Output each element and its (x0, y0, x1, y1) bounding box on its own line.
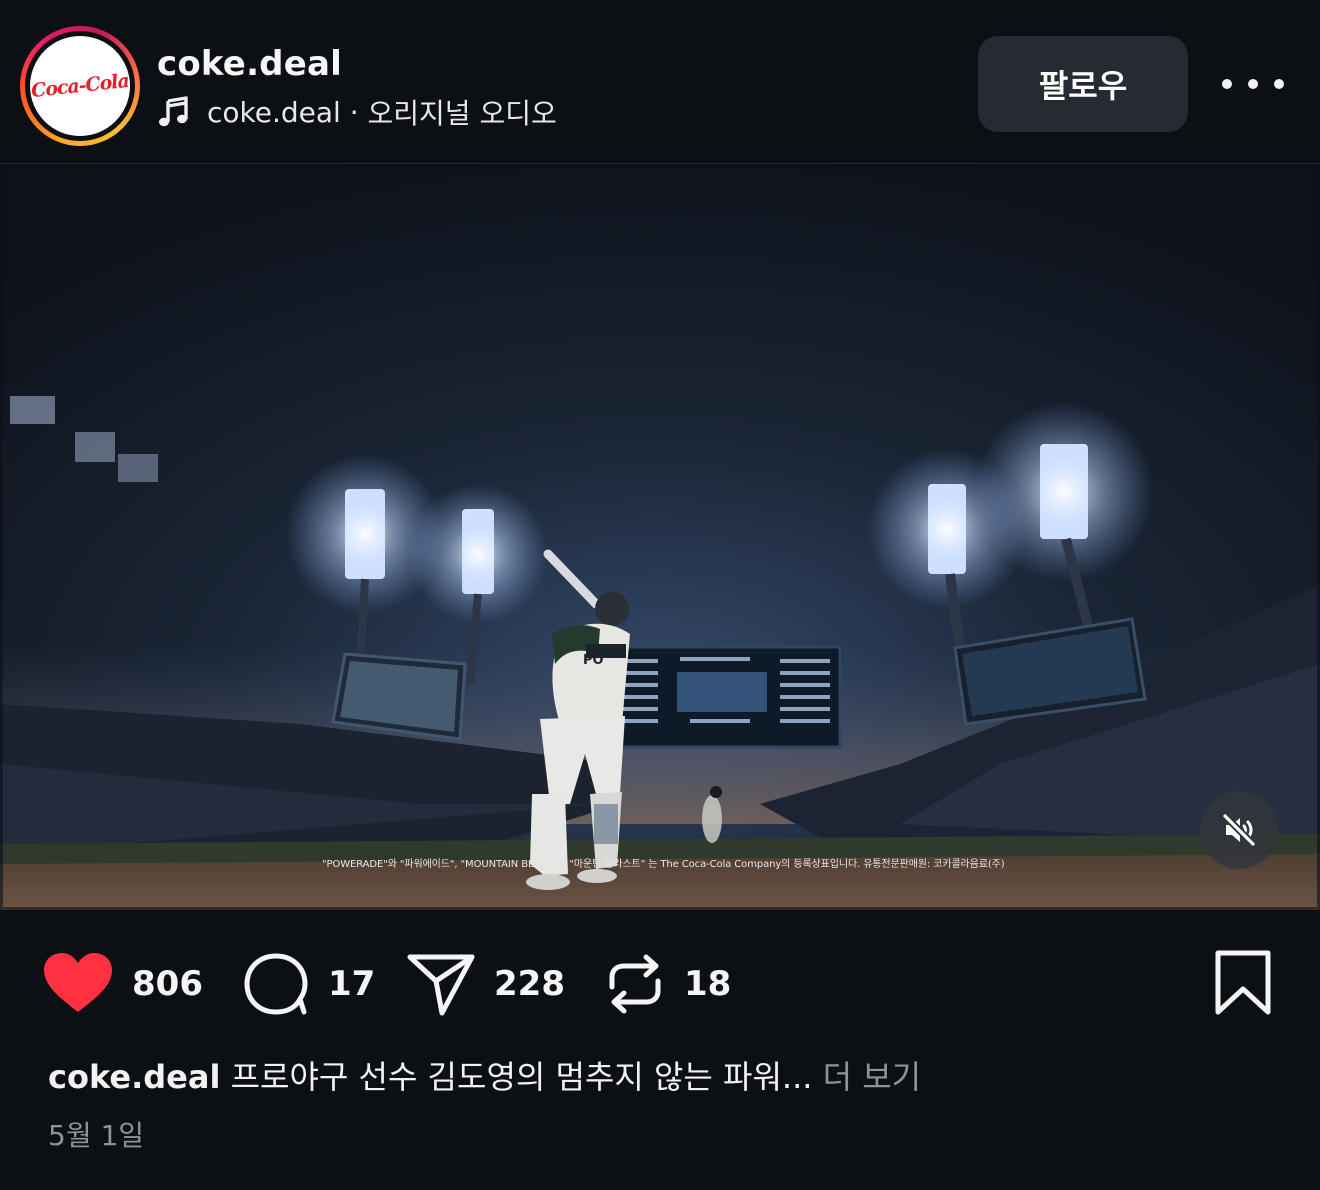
svg-text:PO: PO (583, 653, 604, 668)
audio-label: 오리지널 오디오 (367, 97, 557, 130)
comment-icon (244, 953, 308, 1015)
mute-icon (1222, 813, 1256, 847)
bookmark-icon[interactable] (1210, 948, 1276, 1018)
video-frame: PO (0, 164, 1320, 910)
video-player[interactable]: PO "POWERADE"와 "파워에이드", "MOUNTAIN BLAST"… (0, 164, 1320, 910)
audio-link[interactable]: coke.deal · 오리지널 오디오 (157, 92, 557, 132)
audio-account: coke.deal (207, 95, 341, 129)
action-bar: 806 17 228 18 (0, 944, 1320, 1024)
like-count: 806 (132, 964, 203, 1004)
music-note-icon (159, 96, 188, 127)
caption-username[interactable]: coke.deal (48, 1058, 220, 1096)
caption-text: 프로야구 선수 김도영의 멈추지 않는 파워... (220, 1058, 823, 1096)
repost-button[interactable]: 18 (604, 944, 731, 1024)
more-options-button[interactable] (1222, 62, 1284, 106)
repost-count: 18 (684, 964, 732, 1004)
audio-separator: · (340, 95, 368, 129)
more-dots-icon (1222, 79, 1232, 89)
follow-button[interactable]: 팔로우 (978, 36, 1188, 132)
avatar[interactable]: Coca-Cola (20, 26, 140, 146)
like-button[interactable]: 806 (42, 944, 203, 1024)
comment-count: 17 (328, 964, 376, 1004)
more-link[interactable]: 더 보기 (823, 1058, 922, 1096)
heart-icon (44, 953, 112, 1012)
mute-button[interactable] (1200, 791, 1278, 869)
post: Coca-Cola coke.deal coke.deal · 오리지널 오디오… (0, 0, 1320, 1190)
coca-cola-logo: Coca-Cola (30, 69, 130, 103)
post-header: Coca-Cola coke.deal coke.deal · 오리지널 오디오… (0, 0, 1320, 164)
share-count: 228 (494, 964, 565, 1004)
caption: coke.deal 프로야구 선수 김도영의 멈추지 않는 파워... 더 보기 (48, 1052, 921, 1098)
share-icon (407, 954, 475, 1016)
username[interactable]: coke.deal (157, 44, 342, 84)
share-button[interactable]: 228 (406, 944, 565, 1024)
trademark-notice: "POWERADE"와 "파워에이드", "MOUNTAIN BLAST"와 "… (322, 859, 1005, 870)
comment-button[interactable]: 17 (242, 944, 375, 1024)
repost-icon (609, 954, 661, 1014)
post-date: 5월 1일 (48, 1119, 145, 1152)
